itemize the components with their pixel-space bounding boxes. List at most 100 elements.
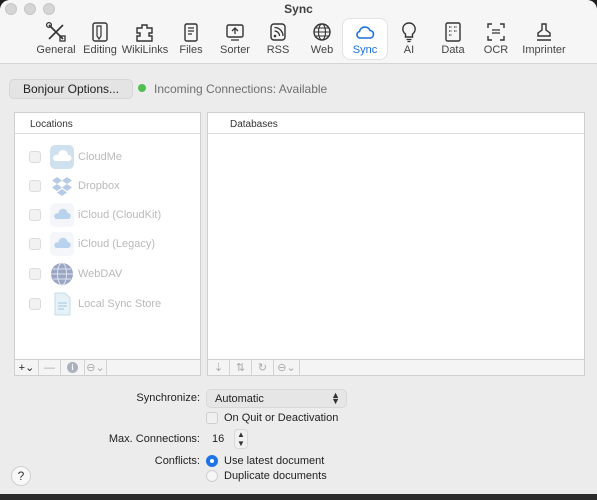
tab-web[interactable]: Web: [305, 19, 339, 59]
location-item-dropbox[interactable]: Dropbox: [29, 173, 209, 199]
files-icon: [179, 21, 203, 43]
tab-label: RSS: [266, 44, 290, 56]
chevron-down-icon: ⌄: [25, 362, 35, 374]
tab-label: Sorter: [220, 44, 250, 56]
location-item-cloudme[interactable]: CloudMe: [29, 144, 209, 170]
status-indicator: [138, 84, 146, 92]
tab-label: Imprinter: [522, 44, 566, 56]
stepper-down-icon[interactable]: ▼: [237, 439, 245, 448]
web-icon: [310, 21, 334, 43]
tab-sorter[interactable]: Sorter: [217, 19, 253, 59]
conflict-option-latest[interactable]: Use latest document: [206, 455, 324, 467]
conflicts-label: Conflicts:: [154, 455, 200, 467]
refresh-button[interactable]: ↻: [252, 360, 274, 375]
location-label: iCloud (CloudKit): [78, 209, 162, 221]
window-title: Sync: [284, 2, 313, 16]
local-sync-store-icon: [49, 291, 75, 317]
max-connections-value[interactable]: 16: [212, 433, 224, 445]
location-checkbox[interactable]: [29, 298, 41, 310]
location-item-webdav[interactable]: WebDAV: [29, 261, 209, 287]
databases-header: Databases: [208, 113, 584, 134]
location-label: Local Sync Store: [78, 298, 162, 310]
conflict-label: Use latest document: [224, 455, 325, 467]
stepper-up-icon[interactable]: ▲: [237, 430, 245, 439]
import-button[interactable]: ⇣: [208, 360, 230, 375]
tab-general[interactable]: General: [33, 19, 79, 59]
location-more-button[interactable]: ⊖⌄: [85, 360, 107, 375]
location-label: CloudMe: [78, 151, 123, 163]
conflict-radio-latest[interactable]: [206, 455, 218, 467]
tab-ai[interactable]: AI: [395, 19, 423, 59]
location-checkbox[interactable]: [29, 209, 41, 221]
ai-bulb-icon: [397, 21, 421, 43]
tab-sync[interactable]: Sync: [343, 19, 387, 59]
tab-rss[interactable]: RSS: [261, 19, 295, 59]
bonjour-options-button[interactable]: Bonjour Options...: [9, 79, 133, 99]
location-checkbox[interactable]: [29, 268, 41, 280]
icloud-cloudkit-icon: [49, 202, 75, 228]
tab-wikilinks[interactable]: WikiLinks: [121, 19, 169, 59]
databases-footer: ⇣ ⇅ ↻ ⊖⌄: [208, 359, 584, 375]
tab-ocr[interactable]: OCR: [481, 19, 511, 59]
conflict-label: Duplicate documents: [224, 470, 327, 482]
sorter-icon: [223, 21, 247, 43]
sync-arrows-icon: ⇅: [235, 362, 246, 374]
location-checkbox[interactable]: [29, 238, 41, 250]
locations-header: Locations: [15, 113, 200, 134]
locations-panel: Locations CloudMe Dropbox iCloud (CloudK…: [14, 112, 201, 376]
location-label: iCloud (Legacy): [78, 238, 156, 250]
location-item-icloud-legacy[interactable]: iCloud (Legacy): [29, 231, 209, 257]
ocr-icon: [484, 21, 508, 43]
locations-footer: + ⌄ — i ⊖⌄: [15, 359, 200, 375]
database-more-button[interactable]: ⊖⌄: [274, 360, 300, 375]
title-bar: Sync General Editing WikiLinks Files Sor…: [0, 0, 597, 64]
remove-location-button[interactable]: —: [39, 360, 61, 375]
icloud-legacy-icon: [49, 231, 75, 257]
tab-files[interactable]: Files: [173, 19, 209, 59]
on-quit-option[interactable]: On Quit or Deactivation: [206, 412, 338, 424]
wikilinks-icon: [133, 21, 157, 43]
info-icon: i: [67, 362, 78, 373]
sync-now-button[interactable]: ⇅: [230, 360, 252, 375]
more-options-icon: ⊖⌄: [277, 362, 296, 374]
location-label: WebDAV: [78, 268, 123, 280]
refresh-icon: ↻: [257, 362, 268, 374]
databases-panel: Databases ⇣ ⇅ ↻ ⊖⌄: [207, 112, 585, 376]
location-checkbox[interactable]: [29, 180, 41, 192]
location-label: Dropbox: [78, 180, 120, 192]
window-bottom-edge: [0, 494, 597, 500]
tab-data[interactable]: Data: [437, 19, 469, 59]
on-quit-label: On Quit or Deactivation: [224, 412, 339, 424]
tab-label: General: [36, 44, 76, 56]
location-checkbox[interactable]: [29, 151, 41, 163]
tab-label: WikiLinks: [121, 44, 169, 56]
more-options-icon: ⊖⌄: [86, 362, 105, 374]
sync-cloud-icon: [353, 21, 377, 43]
minus-icon: —: [44, 361, 55, 374]
import-icon: ⇣: [213, 362, 224, 374]
select-arrows-icon: ▲ ▼: [331, 390, 340, 406]
location-info-button[interactable]: i: [61, 360, 85, 375]
on-quit-checkbox[interactable]: [206, 412, 218, 424]
add-location-button[interactable]: + ⌄: [15, 360, 39, 375]
dropbox-icon: [49, 173, 75, 199]
data-icon: [441, 21, 465, 43]
imprinter-icon: [532, 21, 556, 43]
location-item-icloud-cloudkit[interactable]: iCloud (CloudKit): [29, 202, 209, 228]
max-connections-stepper[interactable]: ▲ ▼: [234, 429, 248, 449]
tab-editing[interactable]: Editing: [81, 19, 119, 59]
tab-label: OCR: [483, 44, 509, 56]
synchronize-select[interactable]: Automatic ▲ ▼: [206, 389, 347, 408]
conflict-option-duplicate[interactable]: Duplicate documents: [206, 470, 327, 482]
location-item-local-sync-store[interactable]: Local Sync Store: [29, 291, 209, 317]
tab-label: Data: [441, 44, 465, 56]
cloudme-icon: [49, 144, 75, 170]
editing-icon: [88, 21, 112, 43]
tab-imprinter[interactable]: Imprinter: [521, 19, 567, 59]
tab-label: Sync: [352, 44, 378, 56]
conflict-radio-duplicate[interactable]: [206, 470, 218, 482]
general-icon: [44, 21, 68, 43]
help-button[interactable]: ?: [11, 466, 31, 486]
tab-label: Web: [310, 44, 334, 56]
synchronize-label: Synchronize:: [136, 392, 200, 404]
